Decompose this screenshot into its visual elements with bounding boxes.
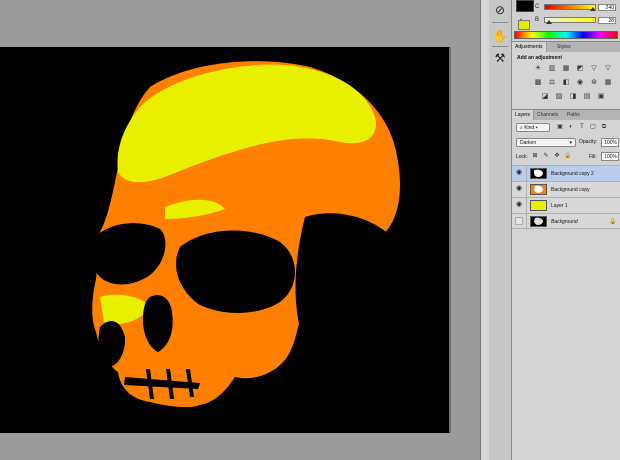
adjustment-filter-icon[interactable]: ◐ (567, 123, 575, 131)
threshold-icon[interactable]: ◨ (569, 93, 577, 101)
skull-artwork (0, 47, 449, 433)
exposure-icon[interactable]: ◩ (576, 65, 584, 73)
brightness-icon[interactable]: ☀ (534, 65, 542, 73)
tab-channels[interactable]: Channels (534, 110, 561, 120)
layer-row[interactable]: Background 🔒 (512, 213, 620, 230)
lock-all-icon[interactable]: 🔒 (564, 152, 572, 160)
tab-paths[interactable]: Paths (564, 110, 583, 120)
background-swatch[interactable] (518, 20, 530, 30)
layers-panel: ⌕ Kind ▾ ▣ ◐ T ▢ ⧉ Darken ▾ Opacity: 100%… (512, 120, 620, 460)
document-edge (449, 47, 451, 433)
kind-filter-select[interactable]: ⌕ Kind ▾ (516, 123, 550, 132)
opacity-field[interactable]: 100% (601, 138, 619, 147)
shape-filter-icon[interactable]: ▢ (589, 123, 597, 131)
right-panels: ▲ C 240 B 28 Adjustments Styles Add an a… (512, 0, 620, 460)
gradient-map-icon[interactable]: ▤ (583, 93, 591, 101)
document-canvas[interactable] (0, 47, 449, 433)
layer-row[interactable]: ◉ Background copy 2 (512, 165, 620, 182)
smart-object-filter-icon[interactable]: ⧉ (600, 123, 608, 131)
pixel-filter-icon[interactable]: ▣ (556, 123, 564, 131)
lock-position-icon[interactable]: ✥ (553, 152, 561, 160)
selective-color-icon[interactable]: ▣ (597, 93, 605, 101)
eye-icon[interactable]: ◉ (515, 185, 523, 193)
adjustments-panel: Add an adjustment ☀ ▥ ▦ ◩ ▽ ▽ ▩ ⚖ ◧ ◉ ⊛ … (512, 52, 620, 108)
tool-presets-icon[interactable]: ⚒ (491, 50, 509, 66)
triangle-icon[interactable]: ▽ (604, 65, 612, 73)
visibility-separator (526, 198, 527, 214)
kind-label: Kind (524, 125, 535, 131)
color-balance-icon[interactable]: ⚖ (548, 79, 556, 87)
layer-thumbnail (530, 200, 547, 211)
tab-adjustments[interactable]: Adjustments (512, 42, 547, 52)
visibility-separator (526, 214, 527, 230)
eyedropper-icon[interactable]: ⊘ (491, 2, 509, 18)
layer-name: Background copy (551, 187, 590, 193)
eye-icon[interactable]: ◉ (515, 169, 523, 177)
layer-name: Background copy 2 (551, 171, 594, 177)
channel-label: B (535, 17, 540, 23)
levels-icon[interactable]: ▥ (548, 65, 556, 73)
type-filter-icon[interactable]: T (578, 123, 586, 131)
lock-icon: 🔒 (609, 219, 617, 225)
tab-layers[interactable]: Layers (512, 110, 535, 120)
tools-column: ⊘ ✋ ⚒ (489, 0, 512, 460)
tool-separator (492, 46, 508, 47)
posterize-icon[interactable]: ▨ (555, 93, 563, 101)
adjustments-title: Add an adjustment (517, 55, 563, 61)
layer-thumbnail (530, 216, 547, 227)
tab-styles[interactable]: Styles (554, 42, 574, 52)
grid-icon[interactable]: ▦ (604, 79, 612, 87)
color-spectrum[interactable] (514, 31, 618, 39)
channel-label: C (535, 4, 540, 10)
tool-separator (492, 22, 508, 23)
layer-name: Background (551, 219, 578, 225)
vibrance-icon[interactable]: ▽ (590, 65, 598, 73)
curves-icon[interactable]: ▦ (562, 65, 570, 73)
foreground-swatch[interactable] (516, 0, 534, 12)
hue-sat-icon[interactable]: ▩ (534, 79, 542, 87)
layer-thumbnail (530, 184, 547, 195)
layer-row[interactable]: ◉ Background copy (512, 181, 620, 198)
photo-filter-icon[interactable]: ◉ (576, 79, 584, 87)
blend-mode-select[interactable]: Darken ▾ (516, 138, 576, 147)
lock-transparent-icon[interactable]: ⊠ (531, 152, 539, 160)
lock-image-icon[interactable]: ✎ (542, 152, 550, 160)
channel-value[interactable]: 240 (598, 4, 616, 11)
chevron-down-icon: ▾ (569, 140, 572, 146)
layer-thumbnail (530, 168, 547, 179)
visibility-separator (526, 166, 527, 182)
color-panel: ▲ C 240 B 28 (512, 0, 620, 40)
channel-slider[interactable] (544, 4, 596, 10)
slider-thumb[interactable] (590, 7, 596, 11)
lock-label: Lock: (516, 154, 528, 160)
fill-field[interactable]: 100% (601, 152, 619, 161)
slider-thumb[interactable] (546, 20, 552, 24)
black-white-icon[interactable]: ◧ (562, 79, 570, 87)
eye-icon[interactable]: ◉ (515, 201, 523, 209)
layer-name: Layer 1 (551, 203, 568, 209)
visibility-toggle-off[interactable] (515, 217, 523, 225)
fill-label: Fill: (589, 154, 597, 160)
layer-row[interactable]: ◉ Layer 1 (512, 197, 620, 214)
canvas-workspace[interactable] (0, 0, 480, 460)
opacity-label: Opacity: (579, 139, 598, 145)
channel-mixer-icon[interactable]: ⊛ (590, 79, 598, 87)
invert-icon[interactable]: ◪ (541, 93, 549, 101)
blend-mode-value: Darken (520, 140, 537, 146)
channel-value[interactable]: 28 (598, 17, 616, 24)
hand-stamp-icon[interactable]: ✋ (491, 28, 509, 44)
visibility-separator (526, 182, 527, 198)
